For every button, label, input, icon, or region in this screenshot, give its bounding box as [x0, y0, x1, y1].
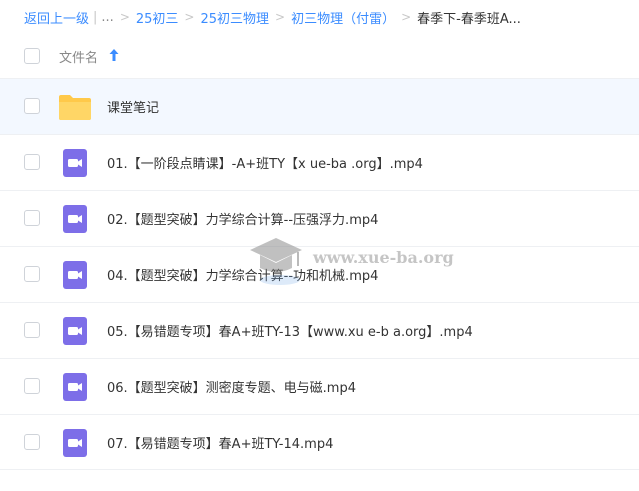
row-checkbox[interactable] — [24, 98, 40, 114]
watermark-text: www.xue-ba.org — [313, 248, 454, 267]
row-checkbox[interactable] — [24, 154, 40, 170]
file-name[interactable]: 01.【一阶段点睛课】-A+班TY【x ue-ba .org】.mp4 — [107, 153, 423, 172]
file-row-folder[interactable]: 课堂笔记 — [0, 78, 639, 134]
breadcrumb-separator: > — [184, 10, 195, 24]
video-file-icon — [63, 373, 87, 401]
file-name[interactable]: 06.【题型突破】测密度专题、电与磁.mp4 — [107, 377, 356, 396]
file-row-video[interactable]: 01.【一阶段点睛课】-A+班TY【x ue-ba .org】.mp4 — [0, 134, 639, 190]
breadcrumb-separator: > — [275, 10, 286, 24]
row-checkbox[interactable] — [24, 378, 40, 394]
breadcrumb-separator: > — [401, 10, 412, 24]
file-name[interactable]: 02.【题型突破】力学综合计算--压强浮力.mp4 — [107, 209, 378, 228]
file-name[interactable]: 课堂笔记 — [107, 97, 159, 116]
video-file-icon — [63, 261, 87, 289]
breadcrumb-separator: > — [119, 10, 130, 24]
video-file-icon — [63, 429, 87, 457]
breadcrumb-divider: | — [93, 9, 98, 25]
breadcrumb: 返回上一级 | ... > 25初三 > 25初三物理 > 初三物理（付雷） >… — [0, 0, 639, 34]
video-file-icon — [63, 317, 87, 345]
select-all-checkbox[interactable] — [24, 48, 40, 64]
file-name[interactable]: 07.【易错题专项】春A+班TY-14.mp4 — [107, 433, 333, 452]
breadcrumb-item-1[interactable]: 25初三 — [136, 8, 179, 27]
file-list-header: 文件名 — [0, 34, 639, 78]
row-checkbox[interactable] — [24, 210, 40, 226]
file-row-video[interactable]: 07.【易错题专项】春A+班TY-14.mp4 — [0, 414, 639, 470]
video-file-icon — [63, 149, 87, 177]
back-link[interactable]: 返回上一级 — [24, 8, 89, 27]
row-checkbox[interactable] — [24, 434, 40, 450]
folder-icon — [59, 95, 91, 120]
file-row-video[interactable]: 06.【题型突破】测密度专题、电与磁.mp4 — [0, 358, 639, 414]
file-name[interactable]: 05.【易错题专项】春A+班TY-13【www.xu e-b a.org】.mp… — [107, 321, 473, 340]
breadcrumb-item-2[interactable]: 25初三物理 — [200, 8, 269, 27]
breadcrumb-item-3[interactable]: 初三物理（付雷） — [291, 8, 395, 27]
sort-arrow-up-icon[interactable] — [108, 47, 120, 63]
video-file-icon — [63, 205, 87, 233]
file-row-video[interactable]: 05.【易错题专项】春A+班TY-13【www.xu e-b a.org】.mp… — [0, 302, 639, 358]
column-filename[interactable]: 文件名 — [59, 47, 98, 66]
row-checkbox[interactable] — [24, 266, 40, 282]
breadcrumb-ellipsis[interactable]: ... — [101, 10, 113, 25]
row-checkbox[interactable] — [24, 322, 40, 338]
breadcrumb-current: 春季下-春季班A... — [417, 11, 521, 27]
